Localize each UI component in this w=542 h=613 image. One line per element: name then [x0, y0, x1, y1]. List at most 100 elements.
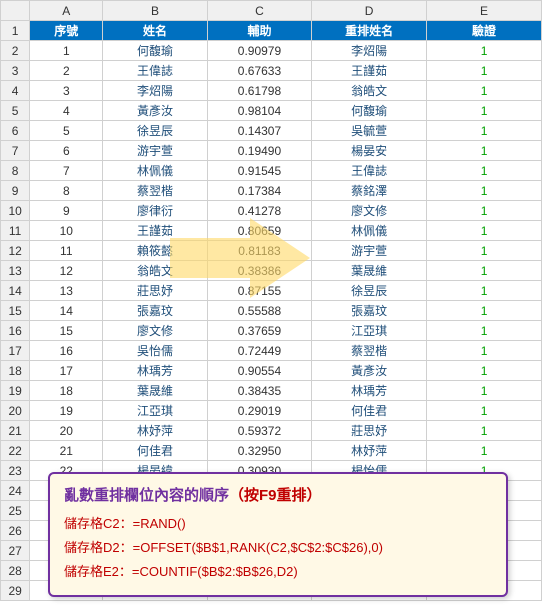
- cell-verify[interactable]: 1: [427, 221, 542, 241]
- cell-aux[interactable]: 0.87155: [207, 281, 311, 301]
- cell-verify[interactable]: 1: [427, 441, 542, 461]
- cell-reorder[interactable]: 王謹茹: [312, 61, 427, 81]
- cell-reorder[interactable]: 吳毓萱: [312, 121, 427, 141]
- row-header[interactable]: 19: [1, 381, 30, 401]
- cell-reorder[interactable]: 游宇萱: [312, 241, 427, 261]
- cell-reorder[interactable]: 楊晏安: [312, 141, 427, 161]
- cell-name[interactable]: 廖文修: [103, 321, 207, 341]
- cell-reorder[interactable]: 翁皓文: [312, 81, 427, 101]
- cell-reorder[interactable]: 葉晟維: [312, 261, 427, 281]
- cell-seq[interactable]: 8: [30, 181, 103, 201]
- cell-verify[interactable]: 1: [427, 101, 542, 121]
- cell-seq[interactable]: 1: [30, 41, 103, 61]
- cell-name[interactable]: 廖律衍: [103, 201, 207, 221]
- cell-name[interactable]: 葉晟維: [103, 381, 207, 401]
- cell-reorder[interactable]: 黃彥汝: [312, 361, 427, 381]
- cell-name[interactable]: 江亞琪: [103, 401, 207, 421]
- col-header-B[interactable]: B: [103, 1, 207, 21]
- cell-name[interactable]: 翁皓文: [103, 261, 207, 281]
- row-header[interactable]: 13: [1, 261, 30, 281]
- row-header[interactable]: 2: [1, 41, 30, 61]
- cell-aux[interactable]: 0.72449: [207, 341, 311, 361]
- cell-verify[interactable]: 1: [427, 281, 542, 301]
- row-header[interactable]: 14: [1, 281, 30, 301]
- row-header[interactable]: 7: [1, 141, 30, 161]
- cell-name[interactable]: 徐昱辰: [103, 121, 207, 141]
- cell-verify[interactable]: 1: [427, 341, 542, 361]
- col-header-A[interactable]: A: [30, 1, 103, 21]
- cell-seq[interactable]: 19: [30, 401, 103, 421]
- row-header[interactable]: 23: [1, 461, 30, 481]
- cell-verify[interactable]: 1: [427, 121, 542, 141]
- row-header[interactable]: 8: [1, 161, 30, 181]
- row-header[interactable]: 11: [1, 221, 30, 241]
- cell-name[interactable]: 賴筱懿: [103, 241, 207, 261]
- cell-seq[interactable]: 5: [30, 121, 103, 141]
- cell-seq[interactable]: 16: [30, 341, 103, 361]
- header-seq[interactable]: 序號: [30, 21, 103, 41]
- header-name[interactable]: 姓名: [103, 21, 207, 41]
- cell-name[interactable]: 張嘉玟: [103, 301, 207, 321]
- cell-aux[interactable]: 0.19490: [207, 141, 311, 161]
- cell-seq[interactable]: 14: [30, 301, 103, 321]
- cell-name[interactable]: 游宇萱: [103, 141, 207, 161]
- cell-aux[interactable]: 0.59372: [207, 421, 311, 441]
- cell-reorder[interactable]: 張嘉玟: [312, 301, 427, 321]
- row-header[interactable]: 6: [1, 121, 30, 141]
- row-header[interactable]: 9: [1, 181, 30, 201]
- header-reorder[interactable]: 重排姓名: [312, 21, 427, 41]
- cell-aux[interactable]: 0.17384: [207, 181, 311, 201]
- row-header[interactable]: 27: [1, 541, 30, 561]
- col-header-C[interactable]: C: [207, 1, 311, 21]
- row-header[interactable]: 16: [1, 321, 30, 341]
- cell-reorder[interactable]: 王偉誌: [312, 161, 427, 181]
- cell-aux[interactable]: 0.67633: [207, 61, 311, 81]
- cell-verify[interactable]: 1: [427, 141, 542, 161]
- cell-seq[interactable]: 2: [30, 61, 103, 81]
- cell-name[interactable]: 王謹茹: [103, 221, 207, 241]
- cell-name[interactable]: 王偉誌: [103, 61, 207, 81]
- cell-aux[interactable]: 0.29019: [207, 401, 311, 421]
- row-header[interactable]: 25: [1, 501, 30, 521]
- cell-name[interactable]: 林妤萍: [103, 421, 207, 441]
- cell-aux[interactable]: 0.32950: [207, 441, 311, 461]
- col-header-D[interactable]: D: [312, 1, 427, 21]
- row-header[interactable]: 28: [1, 561, 30, 581]
- row-header[interactable]: 10: [1, 201, 30, 221]
- cell-aux[interactable]: 0.81183: [207, 241, 311, 261]
- row-header[interactable]: 5: [1, 101, 30, 121]
- cell-seq[interactable]: 10: [30, 221, 103, 241]
- cell-verify[interactable]: 1: [427, 401, 542, 421]
- cell-name[interactable]: 莊思妤: [103, 281, 207, 301]
- cell-verify[interactable]: 1: [427, 41, 542, 61]
- row-header[interactable]: 12: [1, 241, 30, 261]
- cell-seq[interactable]: 17: [30, 361, 103, 381]
- cell-seq[interactable]: 6: [30, 141, 103, 161]
- cell-reorder[interactable]: 蔡翌楷: [312, 341, 427, 361]
- cell-name[interactable]: 黃彥汝: [103, 101, 207, 121]
- header-aux[interactable]: 輔助: [207, 21, 311, 41]
- cell-name[interactable]: 吳怡儒: [103, 341, 207, 361]
- cell-reorder[interactable]: 林妤萍: [312, 441, 427, 461]
- cell-verify[interactable]: 1: [427, 81, 542, 101]
- row-header[interactable]: 15: [1, 301, 30, 321]
- row-header[interactable]: 29: [1, 581, 30, 601]
- cell-aux[interactable]: 0.90554: [207, 361, 311, 381]
- cell-verify[interactable]: 1: [427, 361, 542, 381]
- cell-name[interactable]: 何馥瑜: [103, 41, 207, 61]
- col-header-E[interactable]: E: [427, 1, 542, 21]
- cell-reorder[interactable]: 林佩儀: [312, 221, 427, 241]
- cell-aux[interactable]: 0.80659: [207, 221, 311, 241]
- row-header[interactable]: 17: [1, 341, 30, 361]
- cell-aux[interactable]: 0.90979: [207, 41, 311, 61]
- row-header[interactable]: 18: [1, 361, 30, 381]
- cell-seq[interactable]: 11: [30, 241, 103, 261]
- header-verify[interactable]: 驗證: [427, 21, 542, 41]
- row-header[interactable]: 26: [1, 521, 30, 541]
- cell-verify[interactable]: 1: [427, 321, 542, 341]
- cell-reorder[interactable]: 徐昱辰: [312, 281, 427, 301]
- cell-aux[interactable]: 0.41278: [207, 201, 311, 221]
- cell-seq[interactable]: 9: [30, 201, 103, 221]
- cell-aux[interactable]: 0.38435: [207, 381, 311, 401]
- row-header[interactable]: 3: [1, 61, 30, 81]
